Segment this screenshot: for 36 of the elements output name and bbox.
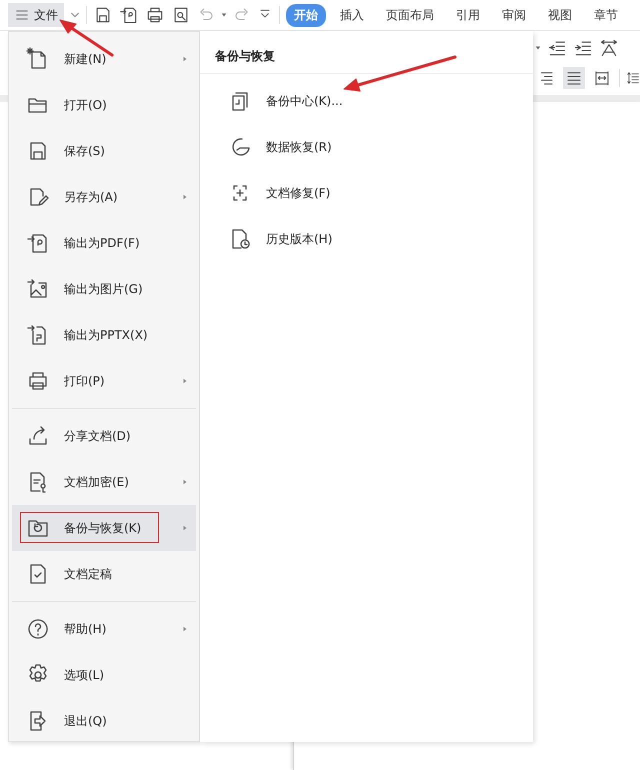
menu-item[interactable]: 备份中心(K)...	[200, 78, 533, 124]
menu-item[interactable]: 输出为PPTX(X)	[12, 312, 196, 358]
help-icon	[26, 617, 50, 641]
menu-item[interactable]: 打开(O)	[12, 82, 196, 128]
ribbon-tab[interactable]: 章节	[586, 4, 626, 26]
submenu-title: 备份与恢复	[200, 31, 533, 74]
menu-item[interactable]: 输出为PDF(F)	[12, 220, 196, 266]
caret-icon[interactable]	[535, 45, 541, 51]
distribute-icon	[593, 69, 611, 87]
caret-icon[interactable]	[221, 12, 227, 18]
menu-item[interactable]: 保存(S)	[12, 128, 196, 174]
justify-button[interactable]	[563, 67, 585, 89]
ribbon-tab[interactable]: 视图	[540, 4, 580, 26]
ribbon-tab[interactable]: 页面布局	[378, 4, 442, 26]
file-menu-button[interactable]: 文件	[8, 3, 64, 27]
menu-item[interactable]: 选项(L)	[12, 652, 196, 698]
menu-item[interactable]: 备份与恢复(K)	[12, 505, 196, 551]
menu-item[interactable]: 打印(P)	[12, 358, 196, 404]
menu-item[interactable]: 新建(N)	[12, 36, 196, 82]
menu-item[interactable]: 另存为(A)	[12, 174, 196, 220]
ribbon-tab[interactable]: 插入	[332, 4, 372, 26]
menu-item[interactable]: 文档定稿	[12, 551, 196, 597]
menu-item[interactable]: 输出为图片(G)	[12, 266, 196, 312]
menu-item[interactable]: 历史版本(H)	[200, 216, 533, 262]
menu-item[interactable]: 文档修复(F)	[200, 170, 533, 216]
menu-item[interactable]: 文档加密(E)	[12, 459, 196, 505]
menu-item[interactable]: 帮助(H)	[12, 606, 196, 652]
menu-item[interactable]: 数据恢复(R)	[200, 124, 533, 170]
ribbon-tab[interactable]: 引用	[448, 4, 488, 26]
printer-icon[interactable]	[145, 5, 165, 25]
caret-icon[interactable]	[70, 10, 80, 20]
export-icon[interactable]	[119, 5, 139, 25]
menu-item[interactable]: 退出(Q)	[12, 698, 196, 744]
menu-item[interactable]: 分享文档(D)	[12, 413, 196, 459]
text-direction-icon[interactable]	[599, 38, 619, 58]
ribbon-tab[interactable]: 审阅	[494, 4, 534, 26]
